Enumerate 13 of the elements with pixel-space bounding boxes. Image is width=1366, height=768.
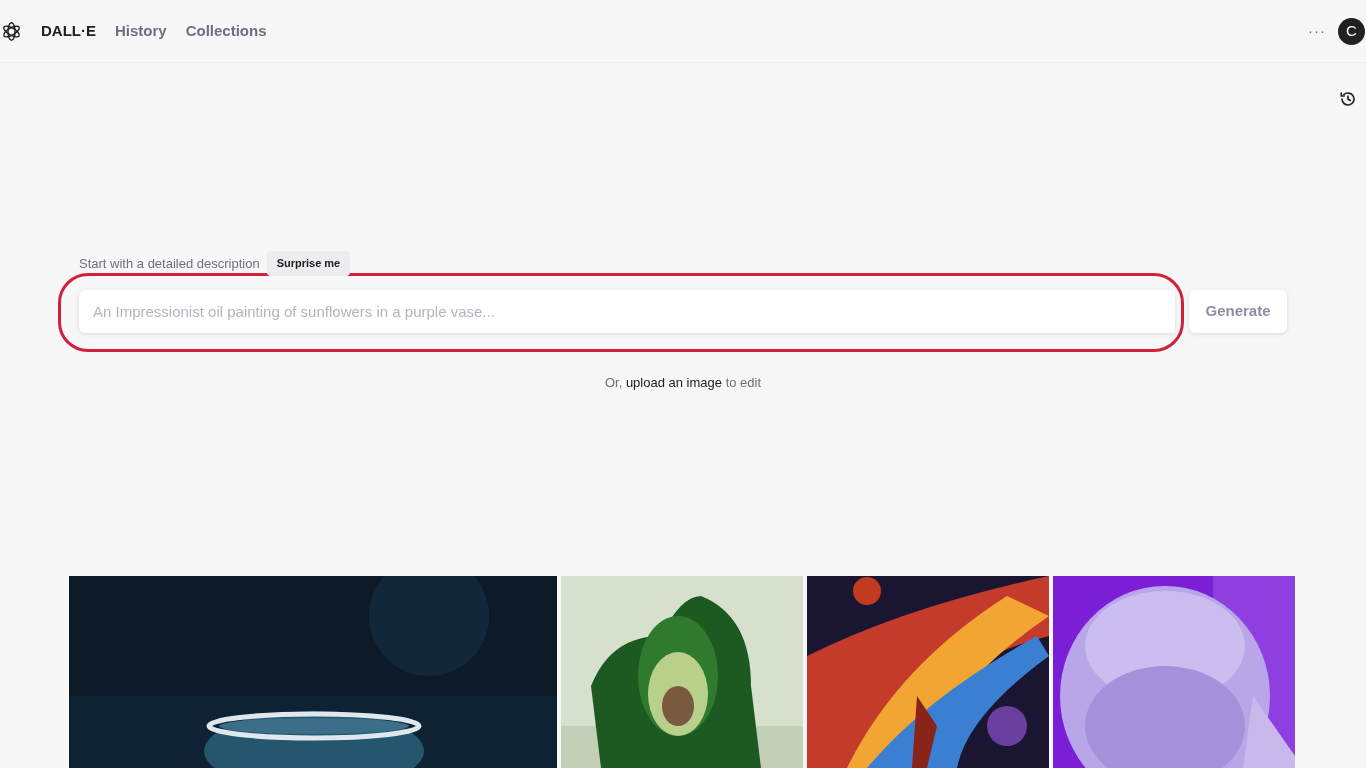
surprise-button[interactable]: Surprise me — [266, 251, 351, 276]
nav-link[interactable]: Collections — [185, 19, 267, 43]
brand-name: DALL·E — [41, 20, 96, 41]
prompt-label: Start with a detailed description — [79, 254, 260, 273]
upload-hint: Or, upload an image to edit — [603, 373, 763, 392]
logo-icon[interactable] — [1, 20, 22, 42]
prompt-field[interactable]: An Impressionist oil painting of sunflowers in a purple vase... — [79, 289, 1175, 333]
nav-link[interactable]: History — [115, 19, 167, 43]
history-icon[interactable] — [1339, 90, 1357, 108]
upload-link[interactable]: upload an image — [625, 374, 723, 390]
more-button[interactable]: ··· — [1304, 19, 1330, 43]
avatar[interactable]: C — [1338, 17, 1365, 45]
generate-button[interactable]: Generate — [1189, 289, 1287, 333]
